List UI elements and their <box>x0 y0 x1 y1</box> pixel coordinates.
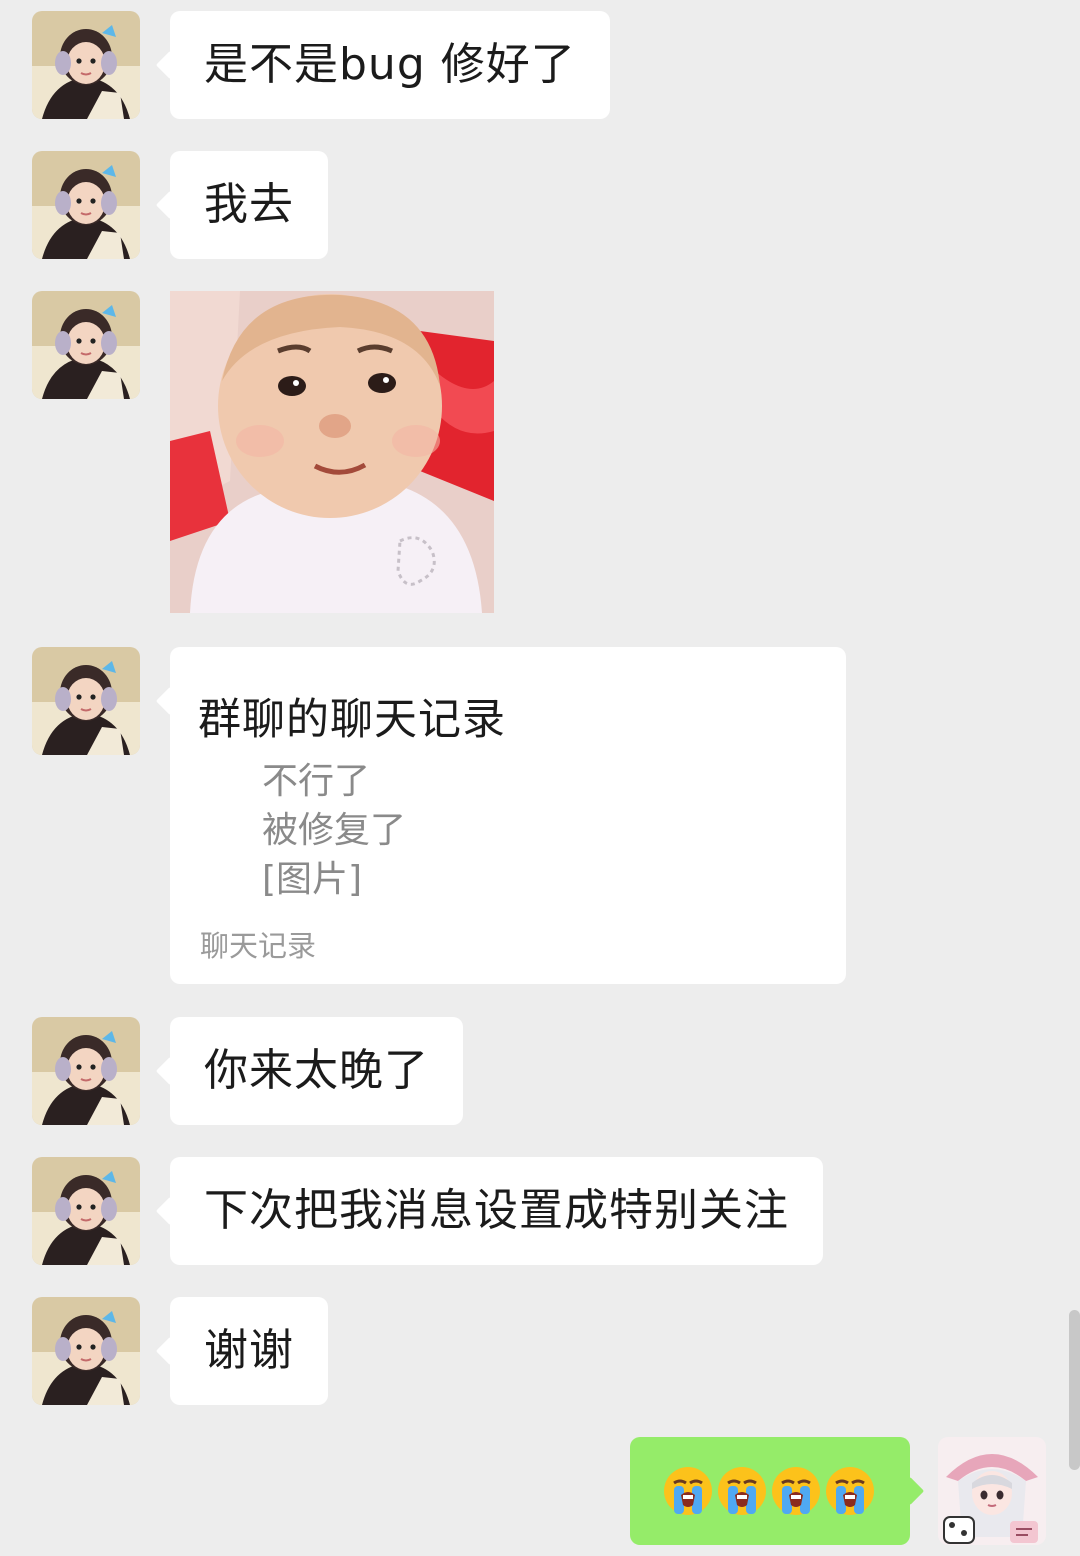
message-bubble[interactable]: 你来太晚了 <box>170 1017 463 1125</box>
chat-record-card[interactable]: 群聊的聊天记录 不行了 被修复了 [图片] 聊天记录 <box>170 647 846 984</box>
loudly-crying-face-icon <box>772 1467 820 1515</box>
message-bubble[interactable]: 我去 <box>170 151 328 259</box>
chat-record-line: [图片] <box>262 859 363 900</box>
contact-avatar[interactable] <box>32 1297 140 1405</box>
contact-avatar[interactable] <box>32 291 140 399</box>
girl-avatar-icon <box>32 291 140 399</box>
girl-avatar-icon <box>32 1297 140 1405</box>
message-text: 下次把我消息设置成特别关注 <box>204 1185 789 1236</box>
chat-record-line: 被修复了 <box>262 810 407 851</box>
image-message[interactable] <box>170 291 494 613</box>
girl-avatar-icon <box>32 151 140 259</box>
girl-avatar-icon <box>32 1157 140 1265</box>
contact-avatar[interactable] <box>32 151 140 259</box>
anime-girl-avatar-icon <box>938 1437 1046 1545</box>
chat-record-line: 不行了 <box>262 761 371 802</box>
chat-record-footer: 聊天记录 <box>200 929 317 963</box>
emoji-row <box>662 1465 876 1517</box>
chat-record-title: 群聊的聊天记录 <box>198 695 506 745</box>
chat-record-preview: 不行了 被修复了 [图片] <box>262 757 406 904</box>
chat-window: 是不是bug 修好了 我去 群聊的聊天记录 不行了 被修复了 [图片] 聊天记录… <box>0 0 1080 1556</box>
loudly-crying-face-icon <box>826 1467 874 1515</box>
girl-avatar-icon <box>32 1017 140 1125</box>
message-text: 你来太晚了 <box>204 1045 429 1096</box>
contact-avatar[interactable] <box>32 1157 140 1265</box>
scrollbar[interactable] <box>1069 1310 1080 1470</box>
message-text: 谢谢 <box>204 1325 294 1376</box>
message-text: 是不是bug 修好了 <box>204 39 576 90</box>
contact-avatar[interactable] <box>32 11 140 119</box>
contact-avatar[interactable] <box>32 647 140 755</box>
message-bubble[interactable]: 下次把我消息设置成特别关注 <box>170 1157 823 1265</box>
baby-photo-icon <box>170 291 494 613</box>
loudly-crying-face-icon <box>718 1467 766 1515</box>
message-bubble[interactable]: 谢谢 <box>170 1297 328 1405</box>
loudly-crying-face-icon <box>664 1467 712 1515</box>
girl-avatar-icon <box>32 647 140 755</box>
message-bubble[interactable]: 是不是bug 修好了 <box>170 11 610 119</box>
my-message-bubble[interactable] <box>630 1437 910 1545</box>
message-text: 我去 <box>204 179 294 230</box>
contact-avatar[interactable] <box>32 1017 140 1125</box>
my-avatar[interactable] <box>938 1437 1046 1545</box>
girl-avatar-icon <box>32 11 140 119</box>
